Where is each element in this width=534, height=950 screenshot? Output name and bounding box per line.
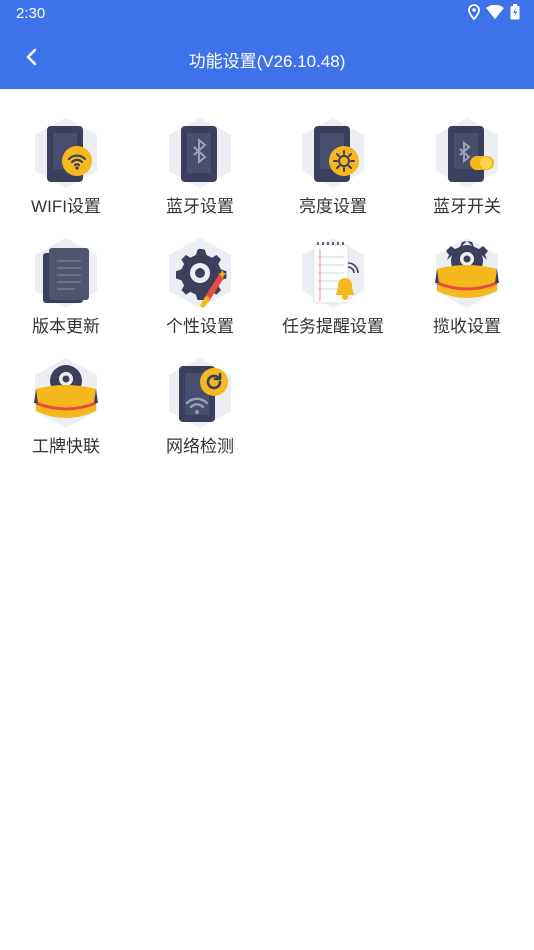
- item-label: 蓝牙设置: [166, 197, 234, 216]
- item-version-update[interactable]: 版本更新: [6, 237, 126, 337]
- wifi-signal-icon: [486, 5, 504, 19]
- item-label: 个性设置: [166, 317, 234, 336]
- item-bluetooth-toggle[interactable]: 蓝牙开关: [407, 117, 527, 217]
- item-label: 网络检测: [166, 437, 234, 456]
- item-label: 揽收设置: [433, 317, 501, 336]
- item-wifi-settings[interactable]: WIFI设置: [6, 117, 126, 217]
- item-badge-quick-link[interactable]: 工牌快联: [6, 357, 126, 457]
- item-brightness-settings[interactable]: 亮度设置: [273, 117, 393, 217]
- item-pickup-settings[interactable]: 揽收设置: [407, 237, 527, 337]
- version-update-icon: [35, 238, 97, 308]
- item-task-reminder[interactable]: 任务提醒设置: [273, 237, 393, 337]
- item-label: 任务提醒设置: [282, 317, 384, 336]
- item-bluetooth-settings[interactable]: 蓝牙设置: [140, 117, 260, 217]
- badge-quick-link-icon: [34, 358, 98, 428]
- item-label: WIFI设置: [31, 197, 101, 216]
- battery-charging-icon: [510, 4, 520, 20]
- item-label: 版本更新: [32, 317, 100, 336]
- pickup-settings-icon: [435, 238, 499, 308]
- bluetooth-settings-icon: [169, 118, 231, 188]
- location-icon: [468, 4, 480, 20]
- page-title: 功能设置(V26.10.48): [188, 52, 346, 71]
- item-label: 亮度设置: [299, 197, 367, 216]
- status-time: 2:30: [16, 5, 46, 22]
- item-label: 工牌快联: [32, 437, 100, 456]
- brightness-settings-icon: [302, 118, 364, 188]
- wifi-settings-icon: [35, 118, 97, 188]
- task-reminder-icon: [302, 238, 364, 308]
- item-personalization[interactable]: 个性设置: [140, 237, 260, 337]
- status-icons: [468, 4, 520, 20]
- item-label: 蓝牙开关: [433, 197, 501, 216]
- bluetooth-toggle-icon: [436, 118, 498, 188]
- item-network-check[interactable]: 网络检测: [140, 357, 260, 457]
- app-header: 2:30 功能设置(V26.10.48): [0, 0, 534, 89]
- personalization-icon: [169, 238, 231, 308]
- network-check-icon: [169, 358, 231, 428]
